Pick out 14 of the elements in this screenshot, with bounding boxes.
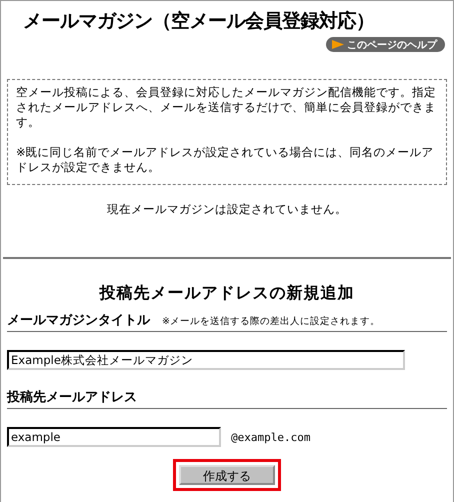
field-label: メールマガジンタイトル [7, 312, 150, 329]
info-text: ※既に同じ名前でメールアドレスが設定されている場合には、同名のメールアドレスが設定できません。 [16, 145, 435, 175]
page-title: メールマガジン（空メール会員登録対応） [23, 9, 376, 34]
help-button[interactable]: このページのヘルプ [326, 37, 445, 52]
field-label: 投稿先メールアドレス [7, 388, 137, 406]
create-button[interactable]: 作成する [179, 465, 275, 485]
info-text: 空メール投稿による、会員登録に対応したメールマガジン配信機能です。指定されたメールアドレスへ、メールを送信するだけで、簡単に会員登録ができます。 [16, 85, 437, 130]
input-field[interactable]: Example株式会社メールマガジン [7, 350, 405, 370]
input-field[interactable]: example [7, 427, 221, 447]
status-message: 現在メールマガジンは設定されていません。 [106, 202, 348, 217]
triangle-icon [332, 40, 344, 49]
field-note: ※メールを送信する際の差出人に設定されます。 [162, 315, 380, 328]
form-heading: 投稿先メールアドレスの新規追加 [98, 282, 356, 304]
domain-text: @example.com [231, 430, 310, 444]
